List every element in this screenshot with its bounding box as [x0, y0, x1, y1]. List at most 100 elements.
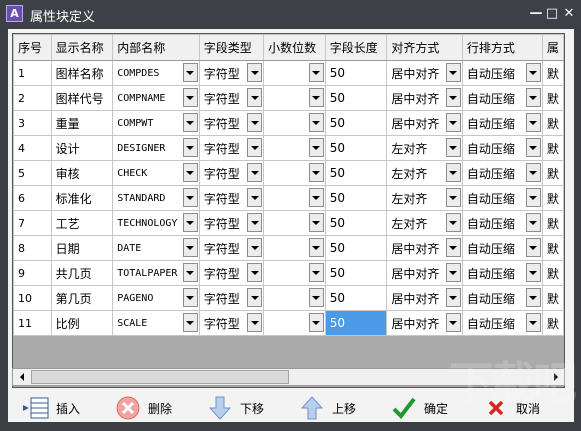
- dropdown-button[interactable]: [308, 238, 324, 257]
- cell-type[interactable]: 字符型: [198, 60, 265, 86]
- dropdown-button[interactable]: [308, 63, 324, 82]
- cell-length[interactable]: 50: [324, 285, 388, 311]
- dropdown-button[interactable]: [308, 138, 324, 157]
- cell-display[interactable]: 共几页: [50, 260, 114, 286]
- insert-button[interactable]: 插入: [22, 394, 80, 422]
- column-header[interactable]: 内部名称: [112, 34, 200, 61]
- cell-extra[interactable]: 默: [541, 235, 564, 261]
- column-header[interactable]: 显示名称: [50, 34, 114, 61]
- column-header[interactable]: 属: [541, 34, 564, 61]
- column-header[interactable]: 小数位数: [263, 34, 326, 61]
- cell-internal[interactable]: DESIGNER: [112, 135, 200, 161]
- dropdown-button[interactable]: [525, 63, 541, 82]
- cell-wrap[interactable]: 自动压缩: [461, 260, 543, 286]
- table-row[interactable]: 4 设计 DESIGNER 字符型 50 左对齐 自动压缩 默: [13, 135, 564, 161]
- cell-type[interactable]: 字符型: [198, 160, 265, 186]
- cell-type[interactable]: 字符型: [198, 110, 265, 136]
- cell-decimals[interactable]: [263, 260, 326, 286]
- cell-type[interactable]: 字符型: [198, 285, 265, 311]
- cell-internal[interactable]: COMPDES: [112, 60, 200, 86]
- cell-decimals[interactable]: [263, 285, 326, 311]
- table-row[interactable]: 6 标准化 STANDARD 字符型 50 左对齐 自动压缩 默: [13, 185, 564, 211]
- cell-seq[interactable]: 2: [13, 85, 52, 111]
- dropdown-button[interactable]: [308, 288, 324, 307]
- cell-display[interactable]: 标准化: [50, 185, 114, 211]
- dropdown-button[interactable]: [308, 113, 324, 132]
- dropdown-button[interactable]: [182, 288, 198, 307]
- column-header[interactable]: 字段类型: [198, 34, 265, 61]
- cell-wrap[interactable]: 自动压缩: [461, 110, 543, 136]
- cell-decimals[interactable]: [263, 310, 326, 336]
- move-up-button[interactable]: 上移: [298, 394, 356, 422]
- cell-display[interactable]: 图样名称: [50, 60, 114, 86]
- dropdown-button[interactable]: [182, 63, 198, 82]
- cell-length[interactable]: 50: [324, 85, 388, 111]
- dropdown-button[interactable]: [182, 263, 198, 282]
- cell-extra[interactable]: 默: [541, 60, 564, 86]
- table-row[interactable]: 1 图样名称 COMPDES 字符型 50 居中对齐 自动压缩 默: [13, 60, 564, 86]
- dropdown-button[interactable]: [525, 288, 541, 307]
- table-row[interactable]: 3 重量 COMPWT 字符型 50 居中对齐 自动压缩 默: [13, 110, 564, 136]
- cell-wrap[interactable]: 自动压缩: [461, 185, 543, 211]
- move-down-button[interactable]: 下移: [206, 394, 264, 422]
- cell-decimals[interactable]: [263, 185, 326, 211]
- cell-internal[interactable]: STANDARD: [112, 185, 200, 211]
- ok-button[interactable]: 确定: [390, 394, 448, 422]
- cell-length[interactable]: 50: [324, 260, 388, 286]
- cell-length[interactable]: 50: [324, 185, 388, 211]
- cell-decimals[interactable]: [263, 110, 326, 136]
- dropdown-button[interactable]: [182, 313, 198, 332]
- cell-internal[interactable]: COMPWT: [112, 110, 200, 136]
- cell-type[interactable]: 字符型: [198, 85, 265, 111]
- cell-length[interactable]: 50: [324, 310, 388, 336]
- dropdown-button[interactable]: [247, 113, 263, 132]
- dropdown-button[interactable]: [247, 138, 263, 157]
- dropdown-button[interactable]: [445, 288, 461, 307]
- cell-align[interactable]: 居中对齐: [386, 285, 463, 311]
- cell-length[interactable]: 50: [324, 60, 388, 86]
- dropdown-button[interactable]: [525, 113, 541, 132]
- dropdown-button[interactable]: [525, 263, 541, 282]
- cell-display[interactable]: 比例: [50, 310, 114, 336]
- cell-length[interactable]: 50: [324, 110, 388, 136]
- dropdown-button[interactable]: [525, 163, 541, 182]
- dropdown-button[interactable]: [308, 88, 324, 107]
- cell-display[interactable]: 审核: [50, 160, 114, 186]
- minimize-button[interactable]: —: [528, 6, 544, 22]
- dropdown-button[interactable]: [247, 263, 263, 282]
- cell-type[interactable]: 字符型: [198, 310, 265, 336]
- dropdown-button[interactable]: [525, 313, 541, 332]
- dropdown-button[interactable]: [445, 263, 461, 282]
- cell-wrap[interactable]: 自动压缩: [461, 85, 543, 111]
- dropdown-button[interactable]: [247, 188, 263, 207]
- column-header[interactable]: 字段长度: [324, 34, 388, 61]
- cell-decimals[interactable]: [263, 160, 326, 186]
- dropdown-button[interactable]: [445, 88, 461, 107]
- cell-seq[interactable]: 7: [13, 210, 52, 236]
- cell-seq[interactable]: 1: [13, 60, 52, 86]
- table-row[interactable]: 9 共几页 TOTALPAPER 字符型 50 居中对齐 自动压缩 默: [13, 260, 564, 286]
- table-row[interactable]: 11 比例 SCALE 字符型 50 居中对齐 自动压缩 默: [13, 310, 564, 336]
- dropdown-button[interactable]: [445, 238, 461, 257]
- cell-decimals[interactable]: [263, 235, 326, 261]
- cell-seq[interactable]: 6: [13, 185, 52, 211]
- cell-align[interactable]: 左对齐: [386, 160, 463, 186]
- cell-align[interactable]: 居中对齐: [386, 310, 463, 336]
- column-header[interactable]: 对齐方式: [386, 34, 463, 61]
- table-row[interactable]: 5 审核 CHECK 字符型 50 左对齐 自动压缩 默: [13, 160, 564, 186]
- table-row[interactable]: 10 第几页 PAGENO 字符型 50 居中对齐 自动压缩 默: [13, 285, 564, 311]
- dropdown-button[interactable]: [247, 163, 263, 182]
- dropdown-button[interactable]: [308, 313, 324, 332]
- delete-button[interactable]: 删除: [114, 394, 172, 422]
- dropdown-button[interactable]: [182, 238, 198, 257]
- cell-wrap[interactable]: 自动压缩: [461, 285, 543, 311]
- cell-wrap[interactable]: 自动压缩: [461, 210, 543, 236]
- cell-extra[interactable]: 默: [541, 135, 564, 161]
- cell-extra[interactable]: 默: [541, 310, 564, 336]
- cell-internal[interactable]: CHECK: [112, 160, 200, 186]
- dropdown-button[interactable]: [445, 188, 461, 207]
- cell-type[interactable]: 字符型: [198, 135, 265, 161]
- cell-seq[interactable]: 9: [13, 260, 52, 286]
- cell-length[interactable]: 50: [324, 160, 388, 186]
- cell-align[interactable]: 左对齐: [386, 185, 463, 211]
